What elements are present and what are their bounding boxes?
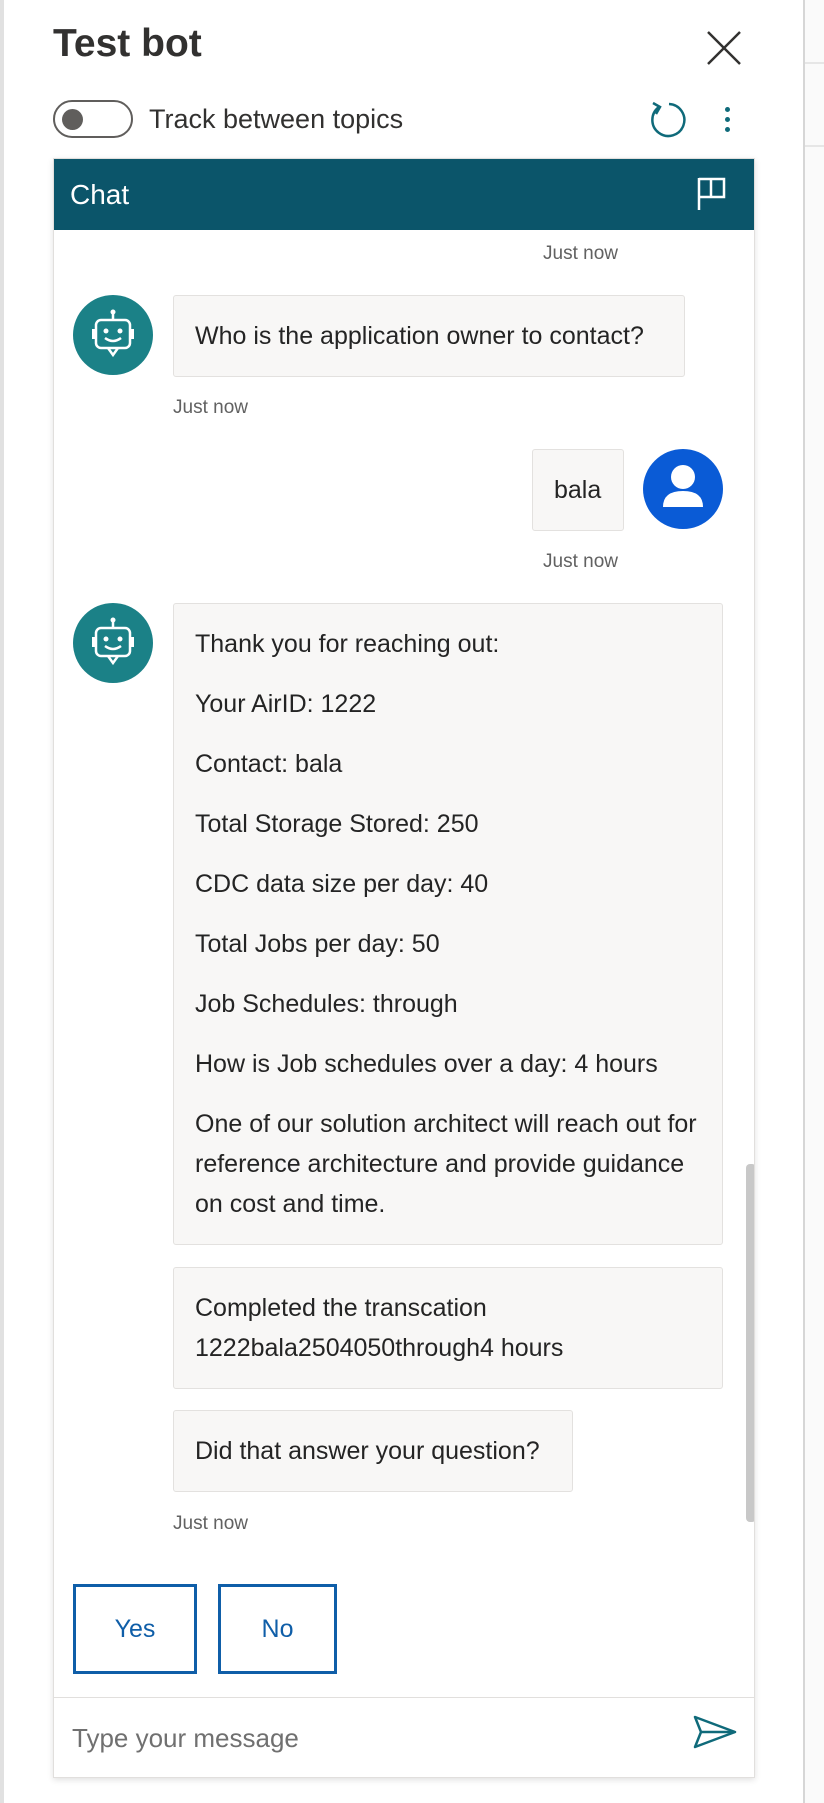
message-line: CDC data size per day: 40	[195, 870, 489, 898]
chat-title: Chat	[70, 179, 130, 210]
bot-icon	[92, 617, 134, 666]
message-input[interactable]	[72, 1716, 672, 1760]
bot-message: Completed the transcation 1222bala250405…	[173, 1267, 723, 1389]
bot-avatar	[73, 295, 153, 375]
timestamp: Just now	[543, 243, 618, 264]
timestamp: Just now	[173, 1513, 248, 1534]
timestamp: Just now	[543, 551, 618, 572]
user-message: bala	[532, 449, 624, 531]
more-vertical-icon	[725, 107, 730, 112]
message-line: Your AirID: 1222	[195, 690, 377, 718]
message-text: bala	[554, 476, 602, 504]
composer-divider	[54, 1697, 754, 1698]
message-line: Contact: bala	[195, 750, 343, 778]
restart-icon	[651, 101, 686, 138]
bot-message: Did that answer your question?	[173, 1410, 573, 1492]
background-pane	[805, 0, 824, 1803]
restart-button[interactable]	[645, 98, 689, 142]
panel-title: Test bot	[53, 22, 202, 65]
close-button[interactable]	[700, 24, 748, 72]
message-line: One of our solution architect will reach…	[195, 1110, 697, 1218]
message-text: Did that answer your question?	[195, 1437, 540, 1465]
user-icon	[663, 465, 703, 507]
bot-message: Who is the application owner to contact?	[173, 295, 685, 377]
flag-button[interactable]	[694, 175, 730, 213]
user-avatar	[643, 449, 723, 529]
close-icon	[707, 31, 741, 65]
flag-icon	[697, 177, 726, 210]
track-topics-label: Track between topics	[149, 104, 404, 134]
bot-message: Thank you for reaching out: Your AirID: …	[173, 603, 723, 1245]
message-text: Who is the application owner to contact?	[195, 322, 644, 350]
no-reply-button[interactable]: No	[218, 1584, 337, 1674]
yes-reply-button[interactable]: Yes	[73, 1584, 197, 1674]
chat-scrollbar-thumb[interactable]	[746, 1164, 754, 1522]
more-options-button[interactable]	[712, 100, 742, 140]
track-topics-toggle[interactable]	[53, 100, 133, 138]
message-line: Thank you for reaching out:	[195, 630, 500, 658]
window-left-edge	[0, 0, 4, 1803]
chat-panel: Chat Just now Who is the application own…	[53, 158, 755, 1778]
toggle-knob	[62, 109, 83, 130]
send-icon	[693, 1715, 737, 1749]
chat-header: Chat	[54, 159, 754, 230]
message-line: Job Schedules: through	[195, 990, 458, 1018]
message-line: Total Jobs per day: 50	[195, 930, 440, 958]
message-text: Completed the transcation 1222bala250405…	[195, 1294, 564, 1362]
send-button[interactable]	[690, 1712, 740, 1752]
message-line: How is Job schedules over a day: 4 hours	[195, 1050, 658, 1078]
bot-avatar	[73, 603, 153, 683]
message-line: Total Storage Stored: 250	[195, 810, 479, 838]
bot-icon	[92, 309, 134, 358]
timestamp: Just now	[173, 397, 248, 418]
